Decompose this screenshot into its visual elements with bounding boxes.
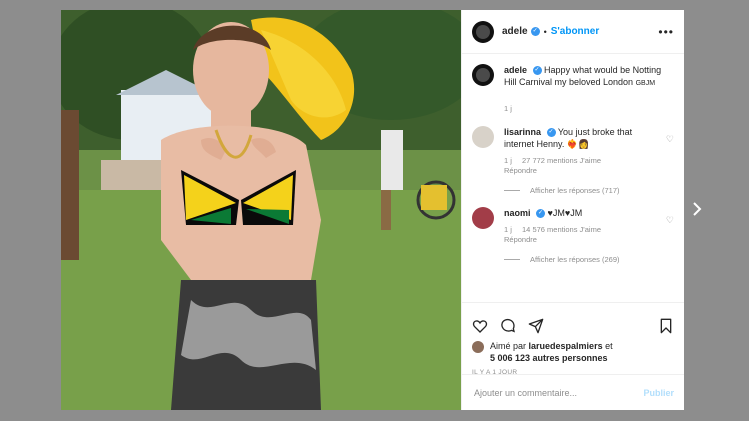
- caption-age: 1 j: [504, 104, 512, 113]
- view-replies-label[interactable]: Afficher les réponses (717): [530, 186, 620, 195]
- add-comment-bar: Publier: [462, 374, 684, 410]
- comment-input[interactable]: [472, 386, 644, 399]
- comment-age: 1 j: [504, 225, 512, 234]
- commenter-avatar[interactable]: [472, 207, 494, 229]
- photo-illustration: [61, 10, 461, 410]
- likes-conj: et: [605, 341, 613, 351]
- comment-likes[interactable]: 14 576 mentions J'aime: [522, 225, 601, 234]
- view-replies[interactable]: Afficher les réponses (269): [504, 255, 674, 264]
- commenter-username[interactable]: naomi: [504, 208, 531, 218]
- follow-button[interactable]: S'abonner: [551, 26, 600, 37]
- comment-likes[interactable]: 27 772 mentions J'aime: [522, 156, 601, 165]
- post-header: adele ✓ • S'abonner •••: [462, 10, 684, 54]
- comment-like-heart-icon[interactable]: ♡: [664, 215, 674, 245]
- replies-divider: [504, 190, 520, 191]
- verified-badge-icon: ✓: [530, 27, 540, 36]
- caption-tag: GBJM: [635, 80, 656, 87]
- liker-avatar[interactable]: [472, 341, 484, 353]
- comment-icon[interactable]: [500, 318, 516, 334]
- liker-username[interactable]: laruedespalmiers: [529, 341, 603, 351]
- commenter-username[interactable]: lisarinna: [504, 127, 541, 137]
- comment-age: 1 j: [504, 156, 512, 165]
- caption-author[interactable]: adele: [504, 65, 527, 75]
- caption-author-avatar[interactable]: [472, 64, 494, 86]
- comment-row: lisarinna ✓ You just broke that internet…: [472, 126, 674, 176]
- view-replies-label[interactable]: Afficher les réponses (269): [530, 255, 620, 264]
- verified-badge-icon: ✓: [532, 66, 542, 76]
- verified-badge-icon: ✓: [546, 128, 556, 138]
- author-username[interactable]: adele: [502, 26, 528, 37]
- more-options-icon[interactable]: •••: [658, 25, 674, 39]
- action-bar: [462, 302, 684, 342]
- next-post-chevron-right-icon[interactable]: [690, 202, 704, 216]
- verified-badge-icon: ✓: [536, 209, 546, 219]
- post-modal: adele ✓ • S'abonner ••• adele ✓ Happy wh…: [61, 10, 684, 410]
- likes-count[interactable]: 5 006 123 autres personnes: [490, 353, 608, 363]
- likes-prefix: Aimé par: [490, 341, 527, 351]
- caption-row: adele ✓ Happy what would be Notting Hill…: [472, 64, 674, 114]
- view-replies[interactable]: Afficher les réponses (717): [504, 186, 674, 195]
- post-panel: adele ✓ • S'abonner ••• adele ✓ Happy wh…: [461, 10, 684, 410]
- comment-row: naomi ✓ ♥JM♥JM 1 j 14 576 mentions J'aim…: [472, 207, 674, 245]
- heart-icon[interactable]: [472, 318, 488, 334]
- replies-divider: [504, 259, 520, 260]
- comments-list[interactable]: adele ✓ Happy what would be Notting Hill…: [472, 64, 674, 296]
- likes-summary: Aimé par laruedespalmiers et 5 006 123 a…: [472, 340, 674, 364]
- post-photo[interactable]: [61, 10, 461, 410]
- comment-text: ♥JM♥JM: [547, 208, 583, 218]
- bookmark-icon[interactable]: [658, 318, 674, 334]
- reply-button[interactable]: Répondre: [504, 166, 537, 175]
- comment-like-heart-icon[interactable]: ♡: [664, 134, 674, 176]
- share-icon[interactable]: [528, 318, 544, 334]
- commenter-avatar[interactable]: [472, 126, 494, 148]
- publish-button[interactable]: Publier: [643, 388, 674, 398]
- author-avatar[interactable]: [472, 20, 494, 43]
- separator-dot: •: [543, 26, 547, 37]
- reply-button[interactable]: Répondre: [504, 235, 537, 244]
